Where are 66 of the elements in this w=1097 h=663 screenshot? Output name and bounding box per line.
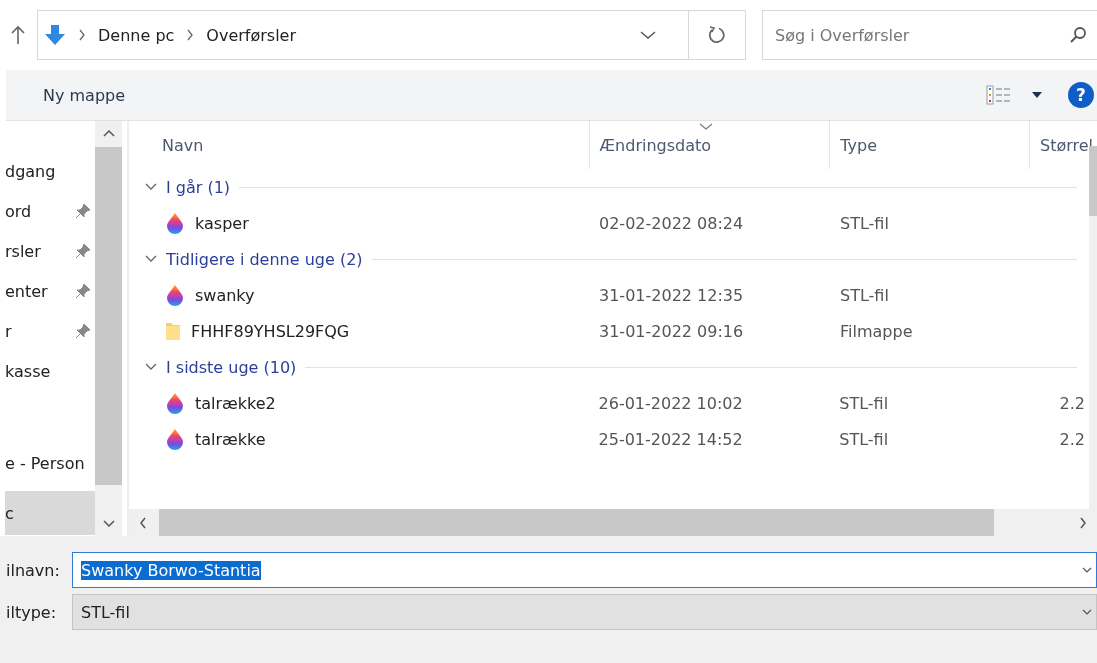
drop-icon xyxy=(165,212,185,234)
new-folder-button[interactable]: Ny mappe xyxy=(43,85,126,105)
size-cell-text: 2.2 xyxy=(1058,393,1086,413)
nav-item[interactable]: kasse xyxy=(5,351,95,391)
nav-item[interactable]: e - Person xyxy=(5,443,95,483)
drop-icon xyxy=(165,284,185,306)
date-cell-text: 25-01-2022 14:52 xyxy=(597,429,744,449)
chevron-down-icon[interactable] xyxy=(640,30,656,40)
date-cell-text: 31-01-2022 12:35 xyxy=(598,285,745,305)
chevron-down-icon[interactable] xyxy=(145,363,157,371)
nav-item[interactable]: r xyxy=(5,311,95,351)
field-label: ilnavn: xyxy=(6,560,61,580)
column-header[interactable]: Ændringsdato xyxy=(588,121,830,169)
search-icon xyxy=(1069,26,1087,44)
type-cell-text: STL-fil xyxy=(838,429,890,449)
date-cell-text: 02-02-2022 08:24 xyxy=(598,213,745,233)
nav-item[interactable]: enter xyxy=(5,271,95,311)
scrollbar-thumb[interactable] xyxy=(95,147,122,485)
chevron-down-icon[interactable] xyxy=(1082,609,1092,615)
breadcrumb[interactable]: Overførsler xyxy=(206,25,296,45)
date-cell-text: 31-01-2022 09:16 xyxy=(598,321,745,341)
type-cell-text: Filmappe xyxy=(839,321,914,341)
sort-chevron-icon xyxy=(699,123,713,130)
file-name[interactable]: kasper xyxy=(195,213,249,233)
chevron-left-icon[interactable] xyxy=(139,516,147,529)
caret-down-icon[interactable] xyxy=(1032,92,1042,98)
drop-icon xyxy=(165,428,185,450)
download-arrow-icon xyxy=(44,24,66,46)
help-button[interactable]: ? xyxy=(1068,82,1094,108)
address-bar[interactable]: Denne pc Overførsler xyxy=(37,10,746,60)
chevron-down-icon[interactable] xyxy=(1082,567,1092,573)
column-header[interactable]: Type xyxy=(829,121,1029,169)
field-label: iltype: xyxy=(6,602,58,622)
group-header[interactable]: I går (1) xyxy=(166,177,231,197)
nav-item[interactable]: c xyxy=(5,491,95,535)
chevron-right-icon xyxy=(186,29,195,41)
folder-icon xyxy=(165,321,181,341)
column-header[interactable]: Navn xyxy=(129,121,589,169)
filename-field[interactable]: Swanky Borwo-Stantia xyxy=(72,552,1097,588)
chevron-up-icon[interactable] xyxy=(102,129,115,137)
drop-icon xyxy=(165,392,185,414)
nav-item[interactable]: rsler xyxy=(5,231,95,271)
up-arrow-icon[interactable] xyxy=(11,25,25,45)
search-field[interactable]: Søg i Overførsler xyxy=(762,10,1097,60)
date-cell-text: 26-01-2022 10:02 xyxy=(597,393,744,413)
breadcrumb[interactable]: Denne pc xyxy=(98,25,175,45)
chevron-right-icon[interactable] xyxy=(1079,516,1087,529)
file-name[interactable]: talrække xyxy=(195,429,266,449)
size-cell-text: 2.2 xyxy=(1058,429,1086,449)
scrollbar[interactable] xyxy=(95,121,122,536)
group-header[interactable]: Tidligere i denne uge (2) xyxy=(166,249,363,269)
chevron-down-icon[interactable] xyxy=(102,520,115,528)
chevron-down-icon[interactable] xyxy=(145,183,157,191)
file-name[interactable]: swanky xyxy=(195,285,255,305)
group-header[interactable]: I sidste uge (10) xyxy=(166,357,297,377)
refresh-icon xyxy=(707,25,727,45)
chevron-right-icon xyxy=(78,29,86,41)
type-cell-text: STL-fil xyxy=(839,285,890,305)
nav-item[interactable]: dgang xyxy=(5,151,95,191)
filetype-dropdown[interactable]: STL-fil xyxy=(72,594,1097,630)
type-cell-text: STL-fil xyxy=(839,213,890,233)
file-name[interactable]: talrække2 xyxy=(195,393,276,413)
file-name[interactable]: FHHF89YHSL29FQG xyxy=(191,321,350,341)
chevron-down-icon[interactable] xyxy=(145,255,157,263)
type-cell-text: STL-fil xyxy=(838,393,890,413)
nav-item[interactable]: ord xyxy=(5,191,95,231)
